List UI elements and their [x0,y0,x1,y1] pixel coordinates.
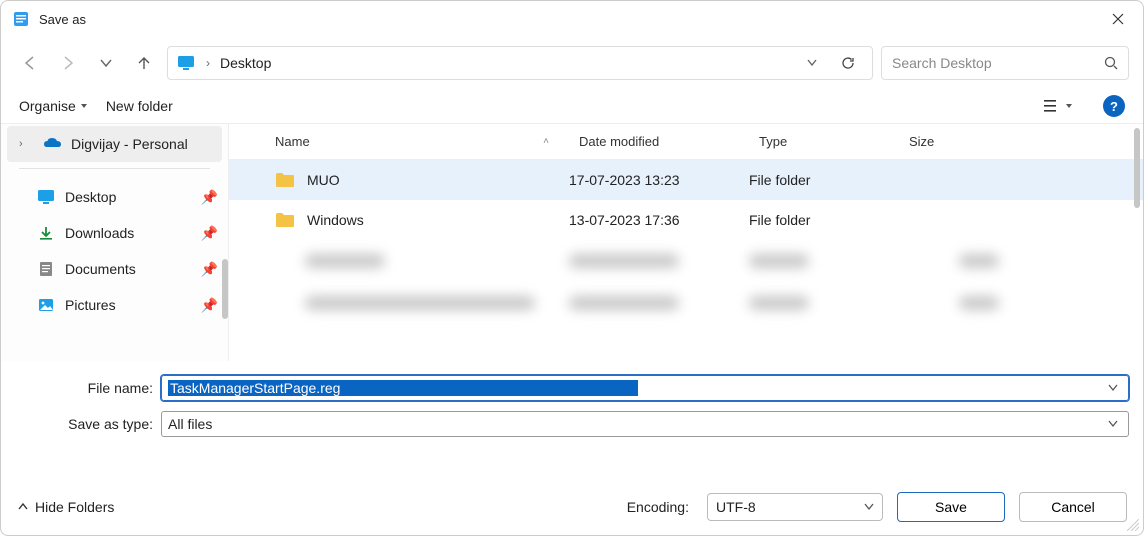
dialog-footer: Hide Folders Encoding: UTF-8 Save Cancel [1,479,1143,535]
chevron-down-icon [864,502,874,512]
downloads-icon [37,224,55,242]
address-bar[interactable]: › Desktop [167,46,873,80]
hide-folders-label: Hide Folders [35,499,114,515]
savetype-value: All files [168,416,636,432]
file-name: MUO [307,172,340,188]
chevron-down-icon [1108,419,1118,429]
sidebar-item-desktop[interactable]: Desktop 📌 [1,179,228,215]
desktop-icon [37,188,55,206]
documents-icon [37,260,55,278]
nav-row: › Desktop Search Desktop [1,37,1143,89]
nav-back-button[interactable] [15,48,45,78]
file-scrollbar[interactable] [1134,128,1140,208]
file-name: Windows [307,212,364,228]
folder-icon [275,172,295,188]
sidebar-item-label: Desktop [65,189,191,205]
savetype-label: Save as type: [15,416,153,432]
organise-menu[interactable]: Organise [19,98,88,114]
help-button[interactable]: ? [1103,95,1125,117]
search-input[interactable]: Search Desktop [881,46,1129,80]
toolbar: Organise New folder ? [1,89,1143,123]
sidebar-item-label: Downloads [65,225,191,241]
column-header-name[interactable]: Name ˄ [229,134,569,149]
sidebar-scrollbar[interactable] [222,259,228,319]
file-row[interactable]: Windows 13-07-2023 17:36 File folder [229,200,1143,240]
chevron-right-icon: › [19,138,33,150]
breadcrumb-chevron-icon: › [202,56,214,70]
chevron-down-icon [806,57,818,69]
organise-label: Organise [19,98,76,114]
chevron-up-icon [17,501,29,513]
chevron-down-icon [99,56,113,70]
file-date: 17-07-2023 13:23 [569,172,749,188]
arrow-left-icon [21,54,39,72]
sidebar-account[interactable]: › Digvijay - Personal [7,126,222,162]
notepad-icon [13,11,29,27]
filename-label: File name: [15,380,153,396]
dropdown-caret-icon [1065,102,1073,110]
address-dropdown-button[interactable] [800,57,824,69]
hide-folders-button[interactable]: Hide Folders [17,499,114,515]
nav-recent-button[interactable] [91,48,121,78]
new-folder-button[interactable]: New folder [106,98,173,114]
nav-sidebar: › Digvijay - Personal Desktop 📌 Download… [1,124,229,361]
refresh-button[interactable] [830,55,866,71]
sidebar-item-documents[interactable]: Documents 📌 [1,251,228,287]
chevron-down-icon [1108,383,1118,393]
refresh-icon [840,55,856,71]
sidebar-account-label: Digvijay - Personal [71,136,212,152]
sidebar-item-pictures[interactable]: Pictures 📌 [1,287,228,323]
close-button[interactable] [1095,5,1141,33]
sidebar-item-label: Pictures [65,297,191,313]
filename-input[interactable]: TaskManagerStartPage.reg [161,375,1129,401]
save-button[interactable]: Save [897,492,1005,522]
savetype-dropdown-button[interactable] [1104,419,1122,429]
pin-icon: 📌 [201,189,218,206]
sort-asc-icon: ˄ [543,136,549,147]
savetype-select[interactable]: All files [161,411,1129,437]
encoding-value: UTF-8 [716,499,756,515]
redacted-row [229,240,1143,282]
nav-up-button[interactable] [129,48,159,78]
file-type: File folder [749,172,899,188]
file-list-pane: Name ˄ Date modified Type Size MUO 17-07… [229,124,1143,361]
resize-grip-icon[interactable] [1127,519,1141,533]
arrow-up-icon [135,54,153,72]
nav-forward-button[interactable] [53,48,83,78]
dropdown-caret-icon [80,102,88,110]
search-placeholder: Search Desktop [892,55,1104,71]
titlebar: Save as [1,1,1143,37]
save-form: File name: TaskManagerStartPage.reg Save… [1,361,1143,453]
sidebar-item-downloads[interactable]: Downloads 📌 [1,215,228,251]
pin-icon: 📌 [201,261,218,278]
encoding-select[interactable]: UTF-8 [707,493,883,521]
window-title: Save as [39,12,86,27]
filename-value: TaskManagerStartPage.reg [168,380,638,396]
file-date: 13-07-2023 17:36 [569,212,749,228]
cancel-button[interactable]: Cancel [1019,492,1127,522]
file-row[interactable]: MUO 17-07-2023 13:23 File folder [229,160,1143,200]
encoding-label: Encoding: [627,499,689,515]
redacted-row [229,282,1143,324]
close-icon [1112,13,1124,25]
column-headers: Name ˄ Date modified Type Size [229,124,1143,160]
list-view-icon [1044,99,1062,113]
search-icon [1104,56,1118,70]
pin-icon: 📌 [201,225,218,242]
column-header-date[interactable]: Date modified [569,134,749,149]
onedrive-icon [43,135,61,153]
breadcrumb-location[interactable]: Desktop [220,55,271,71]
arrow-right-icon [59,54,77,72]
view-options-button[interactable] [1041,92,1075,120]
pictures-icon [37,296,55,314]
column-header-type[interactable]: Type [749,134,899,149]
folder-icon [275,212,295,228]
location-monitor-icon [176,53,196,73]
filename-dropdown-button[interactable] [1104,383,1122,393]
file-type: File folder [749,212,899,228]
pin-icon: 📌 [201,297,218,314]
column-header-size[interactable]: Size [899,134,999,149]
sidebar-item-label: Documents [65,261,191,277]
